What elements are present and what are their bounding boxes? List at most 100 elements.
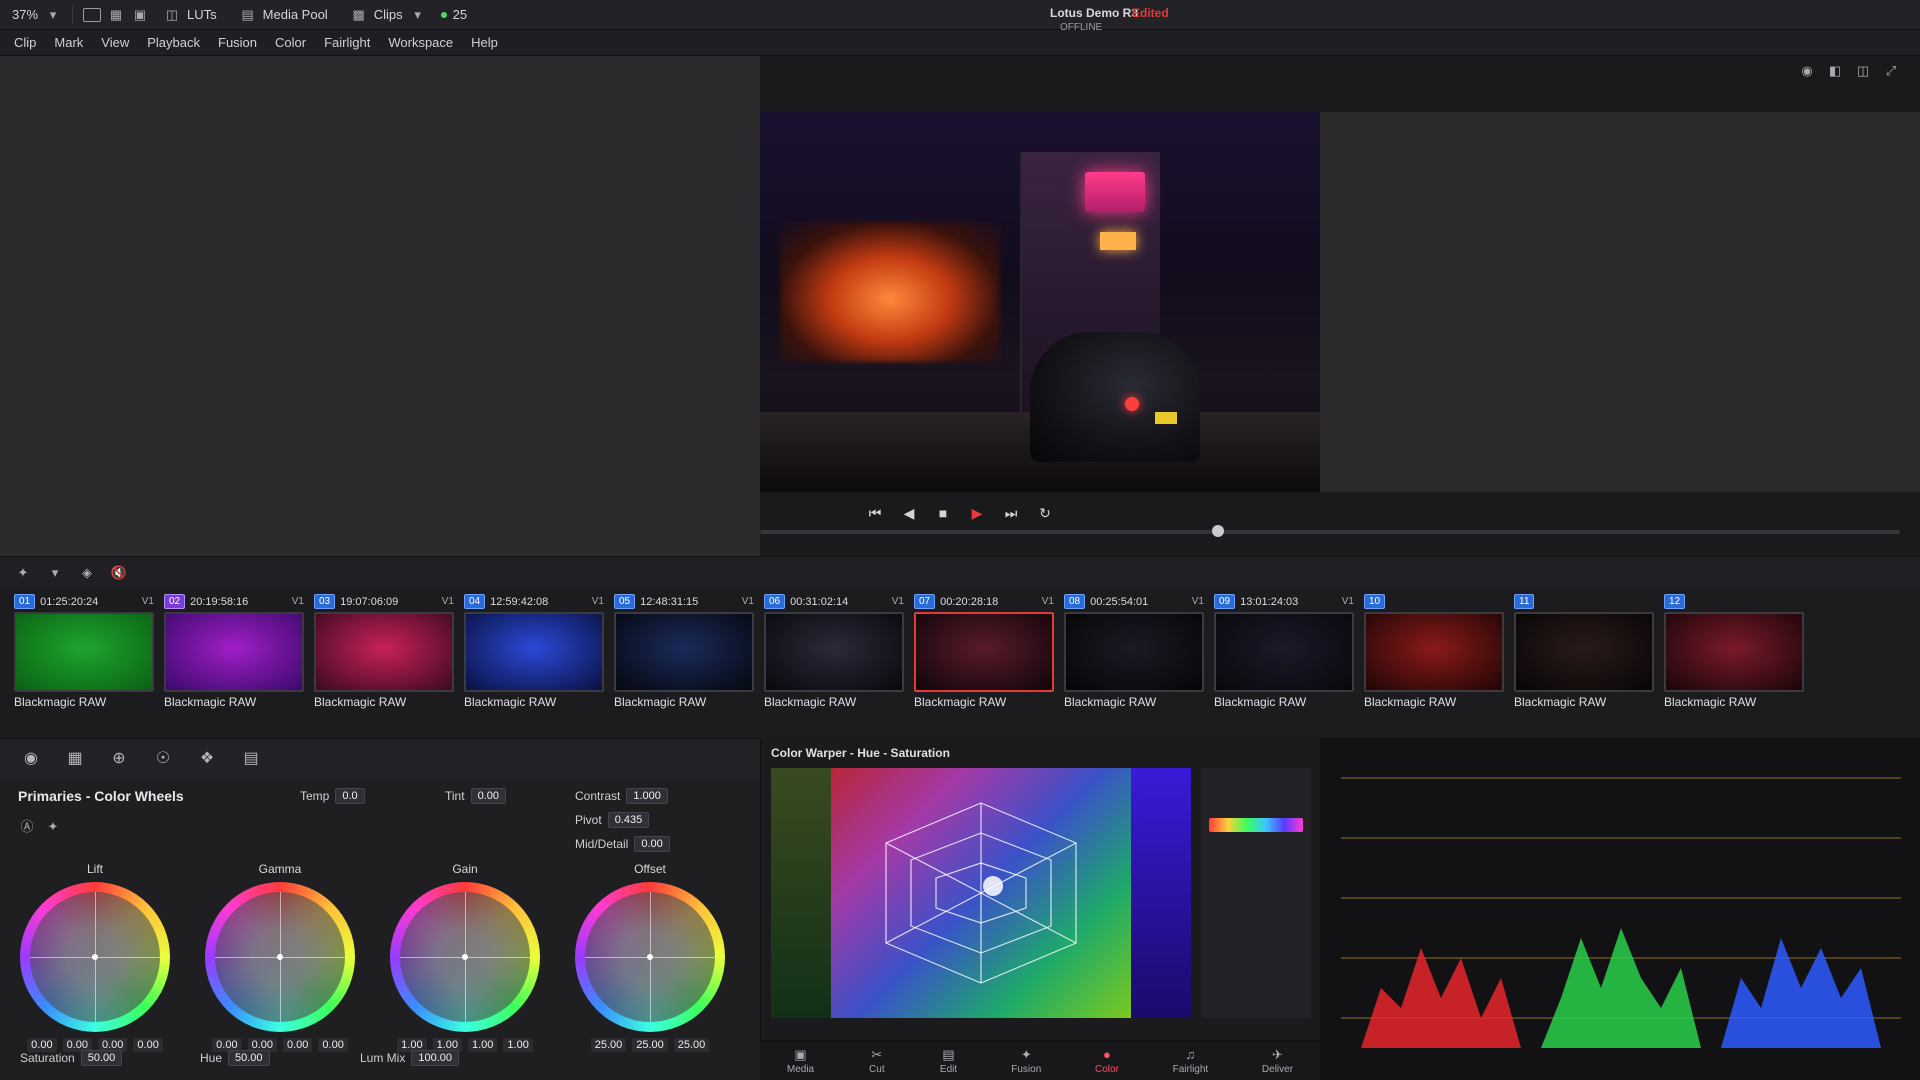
page-button-cut[interactable]: ✂ Cut: [868, 1046, 886, 1076]
timeline-scrubber[interactable]: [760, 530, 1900, 534]
color-wheel-ring[interactable]: [575, 882, 725, 1032]
hue-value[interactable]: 50.00: [228, 1050, 270, 1066]
wipe-icon[interactable]: ◫: [1854, 62, 1872, 78]
auto-balance-icon[interactable]: Ⓐ: [18, 818, 36, 834]
wheel-value[interactable]: 25.00: [632, 1038, 668, 1052]
clip-thumbnail[interactable]: 09 13:01:24:03 V1 Blackmagic RAW: [1214, 594, 1354, 732]
clip-thumbnail[interactable]: 05 12:48:31:15 V1 Blackmagic RAW: [614, 594, 754, 732]
layout-icon[interactable]: [83, 7, 102, 23]
motion-effects-icon[interactable]: ▤: [240, 749, 262, 769]
clip-thumbnail-image[interactable]: [1064, 612, 1204, 692]
clip-thumbnail-image[interactable]: [1214, 612, 1354, 692]
skip-end-icon[interactable]: ⏭: [1002, 505, 1020, 521]
wheel-puck[interactable]: [277, 954, 283, 960]
color-wheel-ring[interactable]: [390, 882, 540, 1032]
camera-raw-icon[interactable]: ◉: [20, 749, 42, 769]
offline-status[interactable]: OFFLINE: [1060, 22, 1102, 33]
clip-thumbnail[interactable]: 08 00:25:54:01 V1 Blackmagic RAW: [1064, 594, 1204, 732]
menu-item[interactable]: Fairlight: [324, 35, 370, 50]
clips-button[interactable]: ▩ Clips ▾: [342, 3, 435, 27]
page-button-media[interactable]: ▣ Media: [787, 1046, 814, 1076]
menu-item[interactable]: Mark: [54, 35, 83, 50]
menu-item[interactable]: Help: [471, 35, 498, 50]
menu-item[interactable]: Playback: [147, 35, 200, 50]
color-match-icon[interactable]: ▦: [64, 749, 86, 769]
tint-value[interactable]: 0.00: [470, 788, 506, 804]
clip-thumbnail[interactable]: 02 20:19:58:16 V1 Blackmagic RAW: [164, 594, 304, 732]
clip-thumbnail-image[interactable]: [914, 612, 1054, 692]
warper-mesh[interactable]: [831, 768, 1131, 1018]
eyedropper-icon[interactable]: ✦: [14, 565, 32, 581]
wheel-value[interactable]: 0.00: [318, 1038, 348, 1052]
menu-item[interactable]: Color: [275, 35, 306, 50]
wheel-value[interactable]: 0.00: [133, 1038, 163, 1052]
wheel-value[interactable]: 25.00: [673, 1038, 710, 1052]
clip-thumbnail-image[interactable]: [1514, 612, 1654, 692]
wheel-value[interactable]: 1.00: [503, 1038, 533, 1052]
loop-icon[interactable]: ↻: [1036, 505, 1054, 521]
color-wheel-ring[interactable]: [20, 882, 170, 1032]
clip-thumbnail-image[interactable]: [14, 612, 154, 692]
lum-mix-value[interactable]: 100.00: [411, 1050, 459, 1066]
saturation-value[interactable]: 50.00: [80, 1050, 123, 1066]
clip-thumbnail-image[interactable]: [314, 612, 454, 692]
stop-icon[interactable]: ■: [934, 505, 952, 521]
step-back-icon[interactable]: ◀: [900, 505, 918, 521]
split-view-icon[interactable]: ▣: [131, 7, 149, 23]
wheel-value[interactable]: 0.00: [283, 1038, 313, 1052]
zoom-level[interactable]: 37%: [12, 7, 38, 22]
contrast-value[interactable]: 1.000: [626, 788, 668, 804]
picker-icon[interactable]: ✦: [44, 818, 62, 834]
page-button-edit[interactable]: ▤ Edit: [940, 1046, 958, 1076]
hue-spectrum-bar[interactable]: [1209, 818, 1303, 832]
skip-start-icon[interactable]: ⏮: [866, 505, 884, 521]
clip-thumbnail[interactable]: 12 Blackmagic RAW: [1664, 594, 1804, 732]
mute-audio-icon[interactable]: 🔇: [110, 565, 128, 581]
clip-thumbnail[interactable]: 01 01:25:20:24 V1 Blackmagic RAW: [14, 594, 154, 732]
layers-icon[interactable]: ◈: [78, 565, 96, 581]
hdr-icon[interactable]: ☉: [152, 749, 174, 769]
clip-thumbnail-image[interactable]: [164, 612, 304, 692]
wheel-puck[interactable]: [92, 954, 98, 960]
menu-item[interactable]: Clip: [14, 35, 36, 50]
luts-button[interactable]: ◫ LUTs: [155, 3, 225, 27]
clip-thumbnail-image[interactable]: [1364, 612, 1504, 692]
rgb-mixer-icon[interactable]: ❖: [196, 749, 218, 769]
pivot-value[interactable]: 0.435: [607, 812, 650, 828]
media-pool-button[interactable]: ▤ Media Pool: [231, 3, 336, 27]
clip-thumbnail-image[interactable]: [614, 612, 754, 692]
clip-thumbnail[interactable]: 06 00:31:02:14 V1 Blackmagic RAW: [764, 594, 904, 732]
page-button-fairlight[interactable]: ♫ Fairlight: [1173, 1046, 1209, 1076]
clip-thumbnail[interactable]: 07 00:20:28:18 V1 Blackmagic RAW: [914, 594, 1054, 732]
filmstrip-icon[interactable]: ▦: [107, 7, 125, 23]
wheel-puck[interactable]: [462, 954, 468, 960]
clip-thumbnail[interactable]: 03 19:07:06:09 V1 Blackmagic RAW: [314, 594, 454, 732]
wheel-value[interactable]: 25.00: [590, 1038, 627, 1052]
play-icon[interactable]: ▶: [968, 505, 986, 521]
chevron-down-icon[interactable]: ▾: [44, 7, 62, 23]
color-wheel-ring[interactable]: [205, 882, 355, 1032]
page-button-color[interactable]: ● Color: [1095, 1046, 1119, 1076]
wheel-value[interactable]: 1.00: [468, 1038, 498, 1052]
clip-thumbnail-image[interactable]: [1664, 612, 1804, 692]
menu-item[interactable]: Fusion: [218, 35, 257, 50]
clip-thumbnail[interactable]: 04 12:59:42:08 V1 Blackmagic RAW: [464, 594, 604, 732]
highlight-icon[interactable]: ◉: [1798, 62, 1816, 78]
video-frame[interactable]: [760, 112, 1320, 492]
clip-thumbnail[interactable]: 10 Blackmagic RAW: [1364, 594, 1504, 732]
clip-thumbnail-image[interactable]: [464, 612, 604, 692]
compare-icon[interactable]: ◧: [1826, 62, 1844, 78]
clip-thumbnail[interactable]: 11 Blackmagic RAW: [1514, 594, 1654, 732]
clip-thumbnail-image[interactable]: [764, 612, 904, 692]
temp-value[interactable]: 0.0: [335, 788, 365, 804]
fullscreen-icon[interactable]: ⤢: [1882, 62, 1900, 78]
menu-item[interactable]: View: [101, 35, 129, 50]
color-wheels-icon[interactable]: ⊕: [108, 749, 130, 769]
chevron-down-icon[interactable]: ▾: [46, 565, 64, 581]
playhead[interactable]: [1212, 525, 1224, 537]
page-button-deliver[interactable]: ✈ Deliver: [1262, 1046, 1293, 1076]
page-button-fusion[interactable]: ✦ Fusion: [1011, 1046, 1041, 1076]
menu-item[interactable]: Workspace: [388, 35, 453, 50]
mid-detail-value[interactable]: 0.00: [634, 836, 670, 852]
wheel-puck[interactable]: [647, 954, 653, 960]
